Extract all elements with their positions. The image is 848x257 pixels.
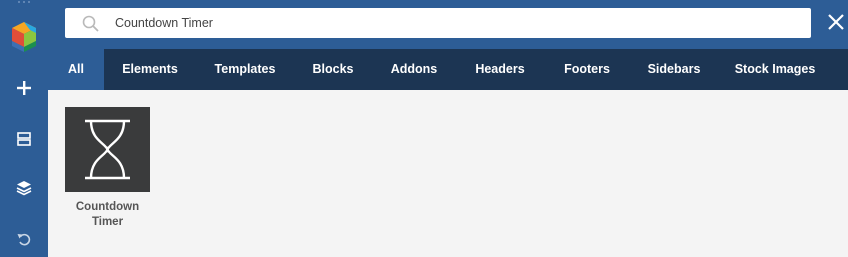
tab-sidebars[interactable]: Sidebars (638, 49, 710, 90)
vc-logo-icon[interactable] (6, 20, 42, 54)
layout-button[interactable] (0, 121, 48, 157)
element-tile-label[interactable]: Countdown Timer (60, 200, 155, 230)
tile-label-line-2: Timer (91, 216, 124, 228)
layers-icon (16, 181, 32, 196)
search-input[interactable] (115, 8, 795, 38)
editor-sidebar (0, 0, 48, 257)
tab-blocks[interactable]: Blocks (303, 49, 363, 90)
search-icon (82, 15, 99, 32)
drag-grip-icon[interactable] (17, 0, 31, 6)
tile-label-line-1: Countdown (75, 201, 140, 213)
plus-icon (17, 81, 31, 95)
undo-button[interactable] (0, 221, 48, 257)
close-panel-button[interactable] (826, 12, 846, 32)
layout-icon (17, 132, 31, 146)
tab-stock-images[interactable]: Stock Images (728, 49, 822, 90)
element-tile-countdown-timer[interactable] (65, 107, 150, 192)
tab-footers[interactable]: Footers (553, 49, 621, 90)
undo-icon (17, 233, 31, 246)
category-tabs: All Elements Templates Blocks Addons Hea… (48, 49, 848, 90)
tab-all[interactable]: All (48, 49, 104, 90)
add-element-button[interactable] (0, 70, 48, 106)
tab-elements[interactable]: Elements (110, 49, 190, 90)
tab-templates[interactable]: Templates (205, 49, 285, 90)
layers-button[interactable] (0, 170, 48, 206)
search-box (65, 8, 811, 38)
hourglass-icon (85, 119, 130, 180)
tab-addons[interactable]: Addons (383, 49, 445, 90)
add-element-panel-header: All Elements Templates Blocks Addons Hea… (48, 0, 848, 90)
close-icon (828, 14, 844, 30)
tab-headers[interactable]: Headers (466, 49, 534, 90)
